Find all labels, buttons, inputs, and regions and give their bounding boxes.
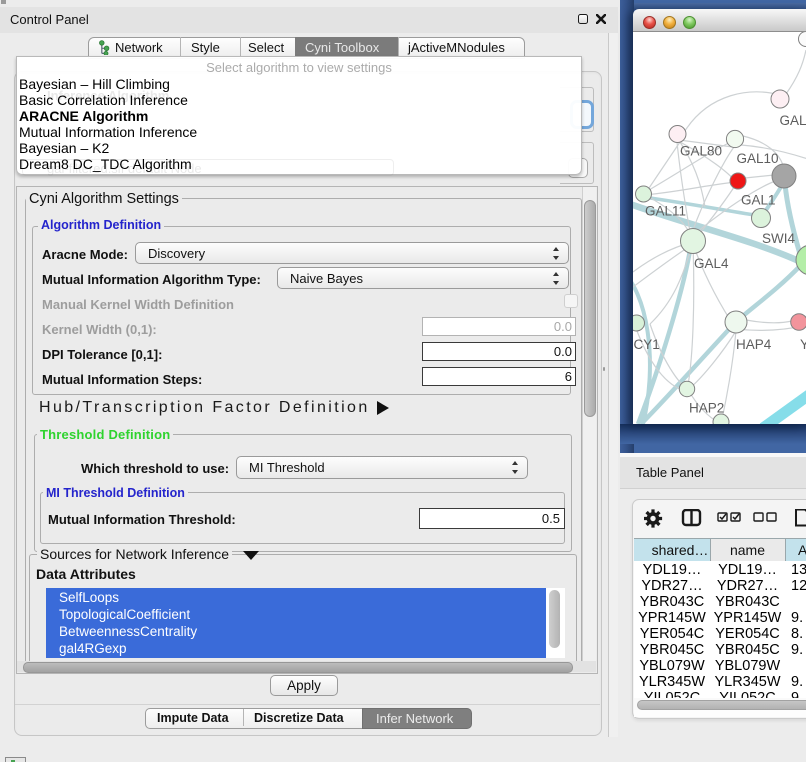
svg-text:GAL4: GAL4 — [694, 256, 729, 271]
svg-text:GAL80: GAL80 — [680, 144, 722, 159]
svg-text:SWI4: SWI4 — [762, 231, 795, 246]
svg-text:GAL: GAL — [780, 113, 806, 128]
svg-text:GCY1: GCY1 — [633, 337, 660, 352]
svg-text:GAL11: GAL11 — [645, 204, 686, 219]
svg-text:Y: Y — [800, 337, 806, 352]
svg-text:GAL1: GAL1 — [741, 193, 776, 208]
svg-text:HAP4: HAP4 — [736, 337, 772, 352]
svg-text:HAP2: HAP2 — [689, 401, 724, 416]
svg-text:GAL10: GAL10 — [737, 151, 779, 166]
